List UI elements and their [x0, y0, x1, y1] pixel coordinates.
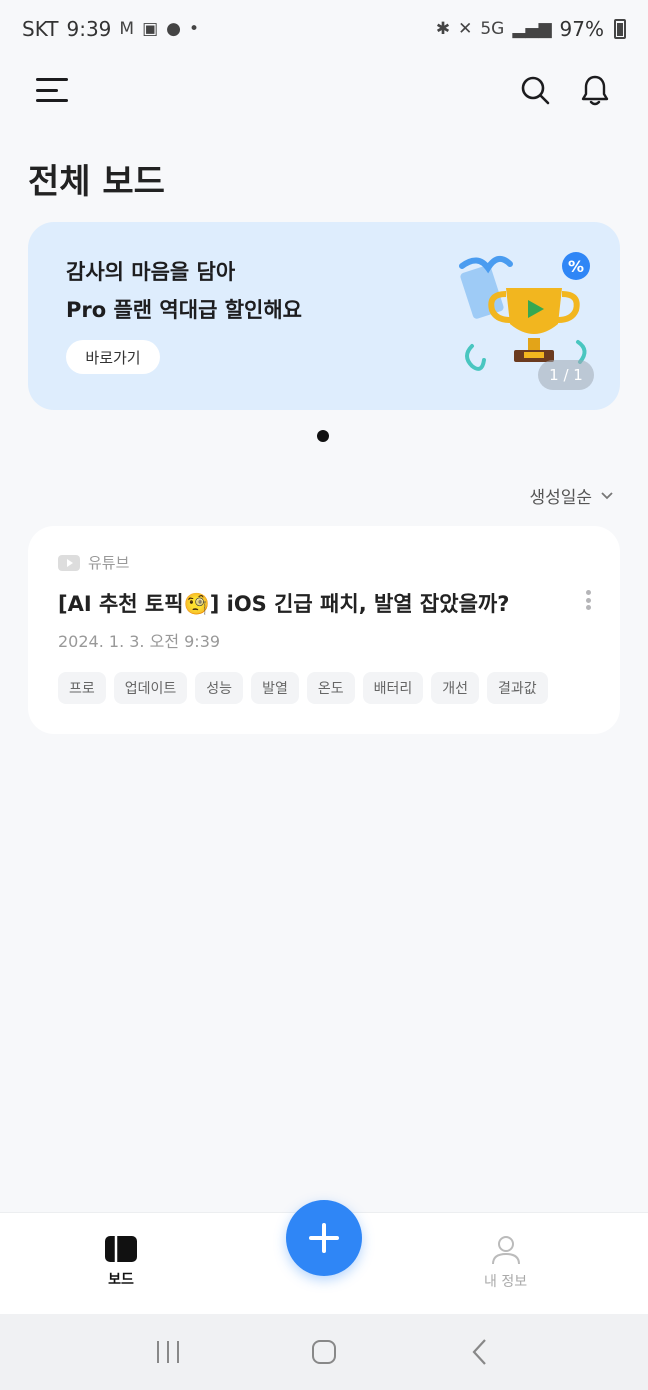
tag-chip[interactable]: 성능: [195, 672, 244, 704]
menu-icon[interactable]: [36, 78, 68, 102]
banner-line1: 감사의 마음을 담아: [66, 260, 236, 284]
card-date: 2024. 1. 3. 오전 9:39: [58, 632, 221, 651]
top-bar: [0, 58, 648, 122]
network-icon: 5G: [480, 19, 505, 39]
add-board-button[interactable]: [286, 1200, 362, 1276]
top-actions: [518, 73, 612, 107]
battery-icon: [614, 19, 626, 39]
tag-chip[interactable]: 온도: [306, 672, 355, 704]
youtube-icon: [58, 554, 80, 571]
board-card[interactable]: 유튜브 [AI 추천 토픽🧐] iOS 긴급 패치, 발열 잡았을까? 2024…: [28, 526, 620, 734]
back-icon[interactable]: [460, 1332, 500, 1372]
tag-chip[interactable]: 배터리: [362, 672, 424, 704]
notification-bell-icon[interactable]: [578, 73, 612, 107]
tag-chip[interactable]: 발열: [251, 672, 299, 704]
system-nav-bar: [0, 1314, 648, 1390]
more-notifications-icon: •: [188, 19, 200, 39]
promo-banner[interactable]: 감사의 마음을 담아 Pro 플랜 역대급 할인해요 바로가기 % 1 / 1: [28, 222, 620, 410]
page-title: 전체 보드: [28, 162, 165, 202]
tag-chip[interactable]: 개선: [431, 672, 479, 704]
talk-icon: ●: [166, 19, 181, 39]
carrier-text: SKT: [22, 17, 59, 41]
person-icon: [491, 1236, 520, 1265]
banner-page-counter: 1 / 1: [538, 360, 594, 390]
banner-line2: Pro 플랜 역대급 할인해요: [66, 298, 302, 322]
nav-board-label: 보드: [108, 1272, 134, 1288]
banner-pager-dot: [317, 430, 329, 442]
sort-dropdown[interactable]: 생성일순: [529, 483, 614, 508]
sort-label: 생성일순: [529, 488, 592, 508]
board-icon: [105, 1236, 137, 1262]
tag-chip[interactable]: 프로: [58, 672, 106, 704]
battery-text: 97%: [559, 17, 604, 41]
time-text: 9:39: [66, 17, 112, 41]
signal-icon: ▂▄▆: [512, 19, 552, 39]
tag-chip[interactable]: 결과값: [487, 672, 548, 704]
home-icon[interactable]: [304, 1332, 344, 1372]
mute-icon: ✕: [458, 19, 473, 39]
chevron-down-icon: [601, 491, 613, 499]
card-source-label: 유튜브: [88, 554, 130, 572]
nav-board-tab[interactable]: 보드: [104, 1235, 138, 1289]
gmail-icon: M: [119, 19, 135, 39]
tag-chip[interactable]: 업데이트: [113, 672, 188, 704]
more-options-icon[interactable]: [578, 586, 598, 614]
nav-my-info-label: 내 정보: [484, 1274, 528, 1290]
plus-icon: [309, 1223, 339, 1253]
status-right: ✱ ✕ 5G ▂▄▆ 97%: [436, 17, 626, 41]
status-bar: SKT 9:39 M ▣ ● • ✱ ✕ 5G ▂▄▆ 97%: [0, 0, 648, 58]
card-source: 유튜브: [58, 552, 129, 573]
banner-shortcut-button[interactable]: 바로가기: [66, 340, 160, 374]
bluetooth-icon: ✱: [435, 19, 451, 39]
recent-apps-icon[interactable]: [148, 1332, 188, 1372]
status-left: SKT 9:39 M ▣ ● •: [22, 17, 199, 41]
card-title: [AI 추천 토픽🧐] iOS 긴급 패치, 발열 잡았을까?: [58, 592, 510, 616]
gallery-icon: ▣: [142, 19, 159, 39]
svg-text:%: %: [568, 257, 584, 276]
card-tags: 프로 업데이트 성능 발열 온도 배터리 개선 결과값: [58, 672, 548, 704]
nav-my-info-tab[interactable]: 내 정보: [484, 1235, 527, 1291]
search-icon[interactable]: [518, 73, 552, 107]
